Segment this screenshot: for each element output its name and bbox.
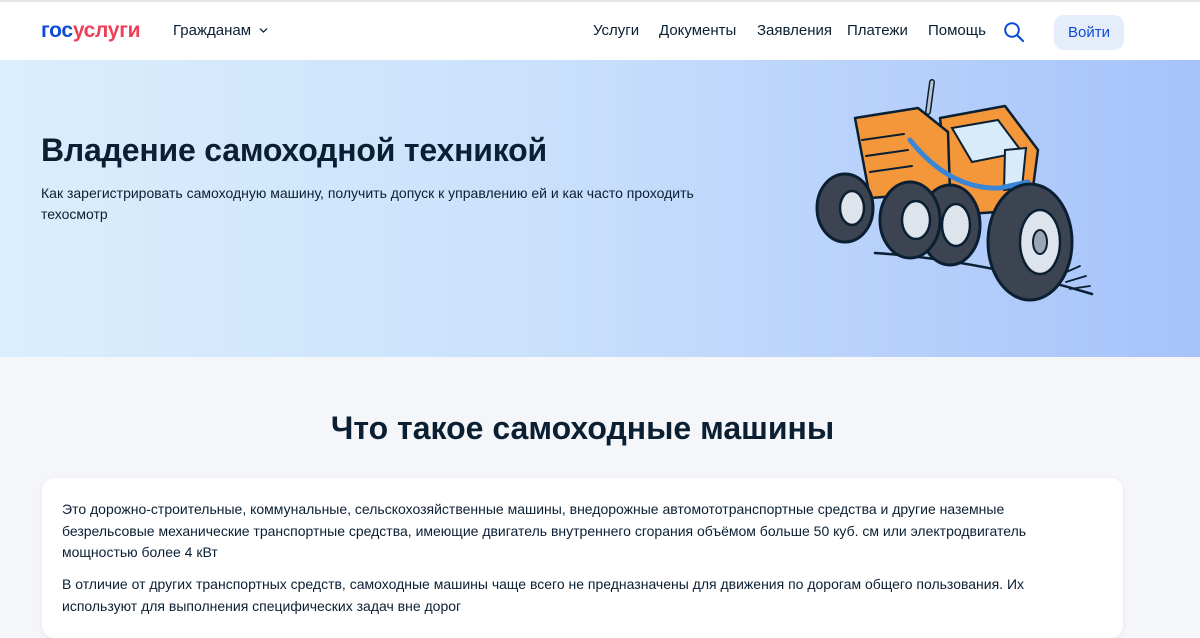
nav-link-applications[interactable]: Заявления xyxy=(757,22,832,39)
chevron-down-icon xyxy=(259,28,268,33)
info-paragraph-definition: Это дорожно-строительные, коммунальные, … xyxy=(62,501,1027,560)
login-button[interactable]: Войти xyxy=(1054,15,1124,50)
nav-link-documents[interactable]: Документы xyxy=(659,22,736,39)
info-card: Это дорожно-строительные, коммунальные, … xyxy=(42,478,1123,638)
page-description: Как зарегистрировать самоходную машину, … xyxy=(41,185,694,222)
page-title: Владение самоходной техникой xyxy=(41,132,547,168)
logo-part-gos: гос xyxy=(41,19,73,42)
tractor-illustration xyxy=(815,79,1094,302)
nav-link-help[interactable]: Помощь xyxy=(928,22,986,39)
site-header: госуслуги Гражданам Услуги Документы Зая… xyxy=(0,0,1200,60)
hero-banner: Владение самоходной техникой Как зарегис… xyxy=(0,60,1200,357)
nav-link-payments[interactable]: Платежи xyxy=(847,22,908,39)
nav-link-services[interactable]: Услуги xyxy=(593,22,639,39)
logo-part-uslugi: услуги xyxy=(72,19,141,42)
gosuslugi-logo[interactable]: госуслуги xyxy=(41,19,141,43)
section-title: Что такое самоходные машины xyxy=(330,410,835,446)
audience-dropdown[interactable]: Гражданам xyxy=(173,22,268,39)
info-paragraph-usage: В отличие от других транспортных средств… xyxy=(62,576,1025,614)
audience-label: Гражданам xyxy=(173,22,252,39)
search-icon[interactable] xyxy=(1003,21,1025,43)
